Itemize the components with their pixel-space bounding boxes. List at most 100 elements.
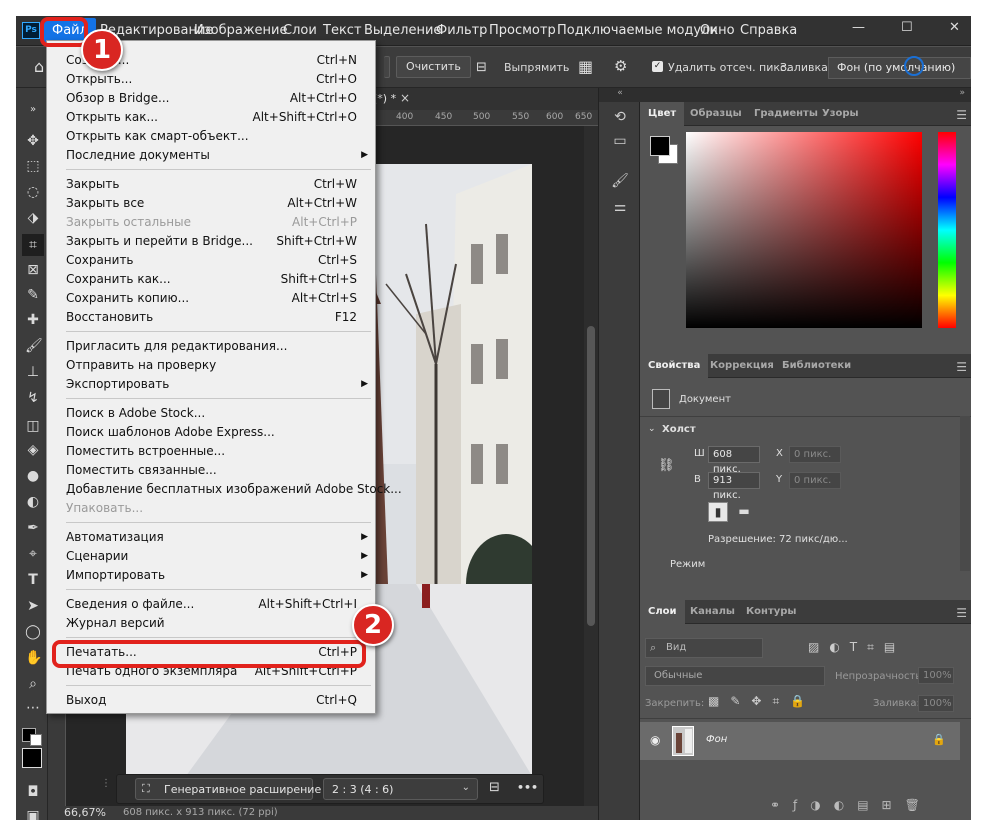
expand-chevron-icon[interactable]: ⌄: [648, 424, 656, 434]
file-menu-item[interactable]: Сохранить копию... Alt+Ctrl+S: [47, 289, 375, 308]
fill-select[interactable]: Фон (по умолчанию): [828, 57, 971, 79]
lock-icons[interactable]: ▩✎✥⌗🔒: [708, 694, 816, 709]
brush-settings-icon[interactable]: 🖌: [611, 172, 629, 190]
layer-actions[interactable]: ⚭ƒ◑◐▤⊞🗑: [770, 798, 933, 812]
generative-expand-button[interactable]: ⛶ Генеративное расширение: [135, 778, 321, 800]
canvas-scrollbar[interactable]: [584, 126, 598, 806]
tab-properties[interactable]: Свойства: [640, 354, 709, 378]
screen-mode-icon[interactable]: ▣: [25, 808, 41, 820]
landscape-icon[interactable]: ▬: [734, 502, 754, 522]
file-menu-item[interactable]: Восстановить F12: [47, 308, 375, 327]
link-icon[interactable]: ⛓: [658, 458, 675, 473]
zoom-level[interactable]: 66,67%: [64, 806, 106, 819]
type-tool-icon[interactable]: T: [25, 572, 41, 588]
expand-panels-icon[interactable]: «: [599, 88, 641, 102]
straighten-label[interactable]: Выпрямить: [504, 61, 569, 74]
layer-row[interactable]: ◉ Фон 🔒: [640, 722, 960, 760]
zoom-tool-icon[interactable]: ⌕: [25, 676, 41, 692]
file-menu-item[interactable]: Закрыть Ctrl+W: [47, 175, 375, 194]
panel-menu-icon[interactable]: ☰: [956, 360, 967, 374]
file-menu-item[interactable]: Журнал версий: [47, 614, 375, 633]
ratio-select[interactable]: 2 : 3 (4 : 6) ⌄: [323, 778, 478, 800]
properties-scrollbar[interactable]: [960, 416, 970, 571]
marquee-tool-icon[interactable]: ⬚: [25, 158, 41, 174]
file-menu-item[interactable]: Обзор в Bridge... Alt+Ctrl+O: [47, 89, 375, 108]
shape-tool-icon[interactable]: ◯: [25, 624, 41, 640]
menu-image[interactable]: Изображение: [194, 23, 287, 38]
scroll-thumb[interactable]: [587, 326, 595, 626]
hue-slider[interactable]: [938, 132, 956, 328]
gear-icon[interactable]: ⚙: [614, 57, 627, 75]
file-menu-item[interactable]: Поиск шаблонов Adobe Express...: [47, 423, 375, 442]
menu-filter[interactable]: Фильтр: [436, 23, 487, 38]
height-field[interactable]: 913 пикс.: [708, 472, 760, 501]
quick-mask-icon[interactable]: ◘: [25, 784, 41, 800]
panel-menu-icon[interactable]: ☰: [956, 606, 967, 620]
file-menu-item[interactable]: Экспортировать ▶: [47, 375, 375, 394]
y-field[interactable]: 0 пикс.: [789, 472, 841, 489]
file-menu-item[interactable]: Сведения о файле... Alt+Shift+Ctrl+I: [47, 595, 375, 614]
delete-cropped-checkbox[interactable]: ✓: [652, 61, 663, 72]
menu-type[interactable]: Текст: [323, 23, 362, 38]
file-menu-item[interactable]: Выход Ctrl+Q: [47, 691, 375, 710]
object-select-icon[interactable]: ⬗: [25, 210, 41, 226]
file-menu-item[interactable]: Закрыть и перейти в Bridge... Shift+Ctrl+…: [47, 232, 375, 251]
pen-tool-icon[interactable]: ✒: [25, 520, 41, 536]
more-tools-icon[interactable]: ⋯: [25, 700, 41, 716]
clear-button[interactable]: Очистить: [396, 56, 471, 78]
opacity-field[interactable]: 100%: [918, 667, 954, 684]
menu-plugins[interactable]: Подключаемые модули: [557, 23, 718, 38]
foreground-color[interactable]: [22, 748, 42, 768]
file-menu-item[interactable]: Сохранить как... Shift+Ctrl+S: [47, 270, 375, 289]
frame-tool-icon[interactable]: ⊠: [25, 262, 41, 278]
canvas-section-title[interactable]: Холст: [662, 424, 696, 435]
blur-tool-icon[interactable]: ●: [25, 468, 41, 484]
file-menu-item[interactable]: Закрыть все Alt+Ctrl+W: [47, 194, 375, 213]
more-options-icon[interactable]: •••: [517, 781, 538, 794]
comment-icon[interactable]: ▭: [611, 132, 629, 150]
tab-close-icon[interactable]: ×: [400, 91, 410, 105]
menu-view[interactable]: Просмотр: [489, 23, 556, 38]
fill-field[interactable]: 100%: [918, 695, 954, 712]
menu-help[interactable]: Справка: [740, 23, 797, 38]
tab-libraries[interactable]: Библиотеки: [774, 354, 859, 378]
width-field[interactable]: 608 пикс.: [708, 446, 760, 475]
pen-alt-icon[interactable]: ⌖: [25, 546, 41, 562]
stamp-tool-icon[interactable]: ⊥: [25, 364, 41, 380]
document-tab[interactable]: (*) *: [373, 92, 396, 105]
history-brush-icon[interactable]: ↯: [25, 390, 41, 406]
crop-tool-icon[interactable]: ⌗: [22, 234, 44, 256]
file-menu-item[interactable]: Импортировать ▶: [47, 566, 375, 585]
brush-tool-icon[interactable]: 🖌: [25, 338, 43, 354]
tab-layers[interactable]: Слои: [640, 600, 685, 624]
blend-mode-select[interactable]: Обычные: [645, 666, 825, 686]
file-menu-item[interactable]: Отправить на проверку: [47, 356, 375, 375]
portrait-icon[interactable]: ▮: [708, 502, 728, 522]
close-button[interactable]: ✕: [949, 20, 960, 35]
tab-swatches[interactable]: Образцы: [682, 102, 750, 126]
drag-handle-icon[interactable]: ⋮: [101, 778, 111, 800]
dodge-tool-icon[interactable]: ◐: [25, 494, 41, 510]
tab-paths[interactable]: Контуры: [738, 600, 804, 624]
collapse-icon[interactable]: »: [25, 102, 41, 118]
straighten-icon[interactable]: ⊟: [489, 780, 500, 795]
tab-channels[interactable]: Каналы: [682, 600, 743, 624]
file-menu-item[interactable]: Открыть... Ctrl+O: [47, 70, 375, 89]
layer-filter-icons[interactable]: ▨◐T⌗▤: [808, 640, 905, 655]
eyedropper-icon[interactable]: ✎: [25, 287, 41, 303]
file-menu-item[interactable]: Поместить связанные...: [47, 461, 375, 480]
tab-color[interactable]: Цвет: [640, 102, 685, 126]
maximize-button[interactable]: ☐: [901, 20, 913, 35]
tab-adjustments[interactable]: Коррекция: [702, 354, 782, 378]
panel-menu-icon[interactable]: ☰: [956, 108, 967, 122]
grid-overlay-icon[interactable]: ▦: [578, 57, 593, 76]
file-menu-item[interactable]: Поместить встроенные...: [47, 442, 375, 461]
history-icon[interactable]: ⟲: [611, 108, 629, 126]
layer-name[interactable]: Фон: [706, 734, 727, 745]
file-menu-item[interactable]: Поиск в Adobe Stock...: [47, 404, 375, 423]
file-menu-item[interactable]: Сценарии ▶: [47, 547, 375, 566]
paint-bucket-icon[interactable]: ◈: [25, 442, 41, 458]
color-field[interactable]: [686, 132, 922, 328]
file-menu-item[interactable]: Открыть как смарт-объект...: [47, 127, 375, 146]
file-menu-item[interactable]: Последние документы ▶: [47, 146, 375, 165]
